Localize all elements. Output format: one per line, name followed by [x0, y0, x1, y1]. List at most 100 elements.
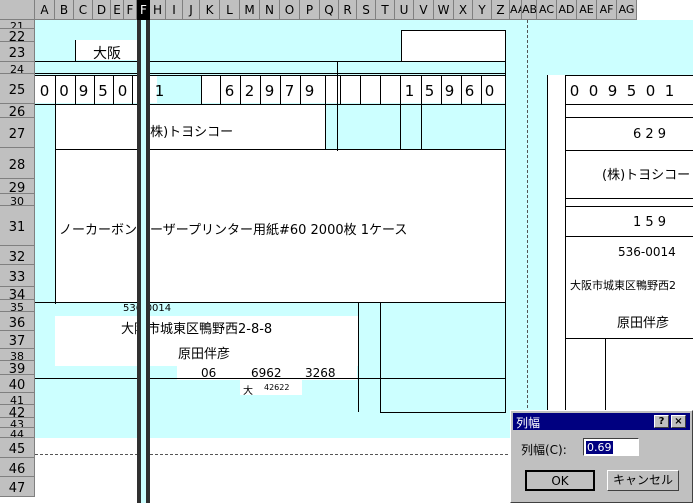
column-header-x[interactable]: X [454, 0, 473, 20]
column-header-o[interactable]: O [280, 0, 300, 20]
row-header-41[interactable]: 41 [0, 393, 35, 405]
row-header-32[interactable]: 32 [0, 246, 35, 265]
row-header-26[interactable]: 26 [0, 104, 35, 118]
column-header-e[interactable]: E [111, 0, 124, 20]
copy-code-digit-1: 0 [588, 82, 599, 100]
column-header-c[interactable]: C [74, 0, 93, 20]
select-all-corner[interactable] [0, 0, 35, 20]
column-header-ad[interactable]: AD [557, 0, 577, 20]
column-header-k[interactable]: K [200, 0, 220, 20]
person-text: 原田伴彦 [178, 347, 231, 362]
column-header-h[interactable]: H [150, 0, 166, 20]
row-header-21[interactable]: 21 [0, 20, 35, 29]
tel2-text: 6962 [251, 366, 282, 380]
corner-box [401, 30, 506, 62]
column-header-j[interactable]: J [183, 0, 200, 20]
column-header-ag[interactable]: AG [617, 0, 637, 20]
column-header-a[interactable]: A [35, 0, 55, 20]
code-left-digit-5: 1 [154, 82, 165, 100]
column-header-f[interactable]: F [137, 0, 150, 20]
column-header-m[interactable]: M [240, 0, 260, 20]
column-header-y[interactable]: Y [473, 0, 492, 20]
row-header-38[interactable]: 38 [0, 349, 35, 361]
row-header-36[interactable]: 36 [0, 312, 35, 331]
code-mid-digit-2: 9 [264, 82, 275, 100]
column-header-f[interactable]: F [124, 0, 137, 20]
column-header-ab[interactable]: AB [522, 0, 537, 20]
row-header-27[interactable]: 27 [0, 118, 35, 148]
row-header-43[interactable]: 43 [0, 418, 35, 428]
row-header-39[interactable]: 39 [0, 361, 35, 375]
copy-address: 大阪市城東区鴨野西2 [570, 279, 676, 292]
column-header-s[interactable]: S [357, 0, 376, 20]
row-header-22[interactable]: 22 [0, 29, 35, 42]
code-mid-digit-4: 9 [304, 82, 315, 100]
row-header-33[interactable]: 33 [0, 265, 35, 287]
column-header-b[interactable]: B [55, 0, 74, 20]
stamp-char: 大 [243, 386, 253, 397]
row-header-35[interactable]: 35 [0, 300, 35, 312]
column-width-value: 0.69 [586, 441, 613, 454]
help-button[interactable]: ? [654, 415, 669, 428]
column-width-input[interactable]: 0.69 [583, 438, 639, 456]
product-text: ノーカーボンレーザープリンター用紙#60 2000枚 1ケース [59, 223, 408, 238]
company-text: (株)トヨシコー [145, 125, 234, 140]
column-header-v[interactable]: V [414, 0, 434, 20]
code-mid-digit-0: 6 [224, 82, 235, 100]
column-header-ae[interactable]: AE [577, 0, 597, 20]
row-header-23[interactable]: 23 [0, 42, 35, 62]
close-button[interactable]: × [671, 415, 686, 428]
row-header-45[interactable]: 45 [0, 438, 35, 458]
column-header-r[interactable]: R [339, 0, 357, 20]
row-header-34[interactable]: 34 [0, 287, 35, 300]
copy-person: 原田伴彦 [617, 316, 670, 331]
column-header-ac[interactable]: AC [537, 0, 557, 20]
row-header-24[interactable]: 24 [0, 62, 35, 74]
stamp-number: 42622 [264, 383, 290, 392]
column-header-n[interactable]: N [260, 0, 280, 20]
column-header-u[interactable]: U [395, 0, 414, 20]
code-mid-digit-3: 7 [284, 82, 295, 100]
dialog-titlebar[interactable]: 列幅 ? × [513, 413, 690, 430]
tel1-text: 06 [201, 366, 217, 380]
column-header-q[interactable]: Q [320, 0, 339, 20]
column-header-aa[interactable]: AA [510, 0, 522, 20]
column-header-w[interactable]: W [434, 0, 454, 20]
row-header-29[interactable]: 29 [0, 179, 35, 194]
column-header-t[interactable]: T [376, 0, 395, 20]
copy-number-1: 6 2 9 [633, 127, 667, 142]
column-header-i[interactable]: I [166, 0, 183, 20]
row-header-42[interactable]: 42 [0, 405, 35, 418]
row-header-31[interactable]: 31 [0, 206, 35, 246]
cancel-button[interactable]: キャンセル [607, 470, 679, 491]
copy-code-digit-4: 0 [645, 82, 656, 100]
ok-button[interactable]: OK [525, 470, 595, 491]
code-right-digit-2: 9 [444, 82, 455, 100]
column-header-d[interactable]: D [93, 0, 111, 20]
copy-company: (株)トヨシコー [602, 168, 691, 183]
row-header-25[interactable]: 25 [0, 74, 35, 104]
row-header-47[interactable]: 47 [0, 477, 35, 497]
column-header-z[interactable]: Z [492, 0, 510, 20]
row-header-46[interactable]: 46 [0, 458, 35, 477]
copy-postal: 536-0014 [618, 245, 676, 259]
column-header-l[interactable]: L [220, 0, 240, 20]
column-header-af[interactable]: AF [597, 0, 617, 20]
row-header-40[interactable]: 40 [0, 375, 35, 393]
row-header-37[interactable]: 37 [0, 331, 35, 349]
row-header-30[interactable]: 30 [0, 194, 35, 206]
code-right-digit-4: 0 [484, 82, 495, 100]
copy-code-digit-2: 9 [607, 82, 618, 100]
code-mid-digit-1: 2 [244, 82, 255, 100]
code-left-digit-1: 0 [59, 82, 69, 100]
column-header-p[interactable]: P [300, 0, 320, 20]
row-header-28[interactable]: 28 [0, 148, 35, 179]
prefecture-text: 大阪 [93, 46, 121, 62]
empty-area [35, 438, 510, 503]
copy-code-digit-0: 0 [569, 82, 580, 100]
row-header-44[interactable]: 44 [0, 428, 35, 438]
copy-number-2: 1 5 9 [633, 215, 667, 230]
copy-code-digit-5: 1 [664, 82, 675, 100]
tel3-text: 3268 [305, 366, 336, 380]
dialog-title: 列幅 [516, 416, 541, 430]
